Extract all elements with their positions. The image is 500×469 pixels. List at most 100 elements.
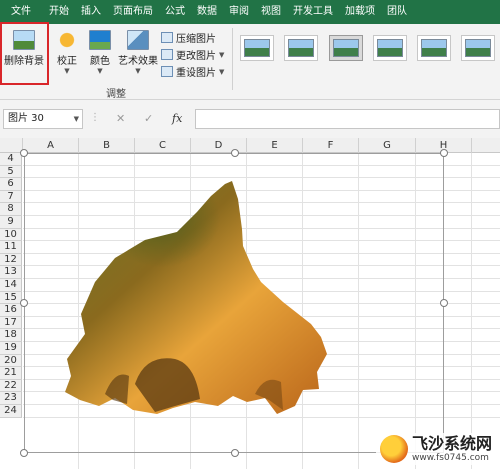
corrections-button[interactable]: 校正 ▼: [56, 30, 78, 75]
row-header[interactable]: 6: [0, 178, 22, 191]
artistic-effects-icon: [127, 30, 149, 50]
column-header[interactable]: A: [23, 138, 79, 153]
row-header[interactable]: 23: [0, 392, 22, 405]
row-header[interactable]: 7: [0, 190, 22, 204]
column-header[interactable]: B: [79, 138, 135, 153]
splitter-dots-icon[interactable]: ⋮: [90, 112, 100, 123]
insert-function-button[interactable]: fx: [172, 109, 182, 129]
tab-addins[interactable]: 加载项: [339, 0, 381, 24]
row-header[interactable]: 21: [0, 367, 22, 380]
resize-handle-top[interactable]: [231, 149, 239, 157]
column-header[interactable]: E: [247, 138, 303, 153]
column-header[interactable]: F: [303, 138, 359, 153]
tab-home[interactable]: 开始: [43, 0, 75, 24]
name-box-value: 图片 30: [8, 113, 44, 124]
formula-input[interactable]: [195, 109, 500, 129]
row-header[interactable]: 4: [0, 153, 22, 166]
watermark-url: www.fs0745.com: [411, 453, 489, 463]
gridline-column: [471, 153, 472, 469]
spreadsheet-grid[interactable]: A B C D E F G H 4 5 6 7 8 9 10 11 12 13 14 15 16 17 18…: [0, 138, 500, 469]
picture-style-thumbnail: [333, 39, 359, 57]
compress-pictures-button[interactable]: 压缩图片: [161, 30, 216, 45]
selected-picture[interactable]: [20, 149, 448, 457]
picture-style-thumbnail: [377, 39, 403, 57]
tab-team[interactable]: 团队: [381, 0, 413, 24]
rock-image: [65, 181, 327, 414]
picture-style-6[interactable]: [461, 35, 495, 61]
artistic-effects-button[interactable]: 艺术效果 ▼: [118, 30, 158, 75]
formula-bar: 图片 30 ▼ ⋮ ✕ ✓ fx: [0, 100, 500, 138]
corrections-label: 校正: [57, 56, 77, 67]
resize-handle-right[interactable]: [440, 299, 448, 307]
resize-handle-bottom[interactable]: [231, 449, 239, 457]
change-picture-label: 更改图片: [176, 51, 216, 62]
resize-handle-left[interactable]: [20, 299, 28, 307]
chevron-down-icon: ▼: [97, 67, 103, 75]
row-header[interactable]: 11: [0, 241, 22, 254]
row-header[interactable]: 24: [0, 405, 22, 418]
ribbon: 删除背景 校正 ▼ 颜色 ▼ 艺术效果 ▼ 压缩图片 更改图片 ▼ 重设图片 ▼…: [0, 22, 500, 100]
sun-icon: [56, 30, 78, 50]
tab-file[interactable]: 文件: [0, 0, 43, 24]
picture-style-thumbnail: [288, 39, 314, 57]
picture-style-4[interactable]: [373, 35, 407, 61]
row-header[interactable]: 9: [0, 216, 22, 229]
row-header[interactable]: 8: [0, 203, 22, 216]
reset-picture-button[interactable]: 重设图片 ▼: [161, 64, 224, 79]
chevron-down-icon[interactable]: ▼: [74, 110, 79, 128]
compress-label: 压缩图片: [176, 34, 216, 45]
name-box[interactable]: 图片 30 ▼: [3, 109, 83, 129]
picture-style-5[interactable]: [417, 35, 451, 61]
color-button[interactable]: 颜色 ▼: [89, 30, 111, 75]
change-picture-button[interactable]: 更改图片 ▼: [161, 47, 224, 62]
row-header[interactable]: 22: [0, 379, 22, 393]
color-label: 颜色: [90, 56, 110, 67]
row-header[interactable]: 18: [0, 329, 22, 342]
watermark: 飞沙系统网 www.fs0745.com: [375, 433, 496, 465]
color-icon: [89, 30, 111, 50]
column-header[interactable]: G: [359, 138, 416, 153]
enter-button[interactable]: ✓: [144, 109, 153, 129]
compress-icon: [161, 32, 173, 43]
tab-data[interactable]: 数据: [191, 0, 223, 24]
menu-bar: 文件 开始 插入 页面布局 公式 数据 审阅 视图 开发工具 加载项 团队: [0, 0, 500, 24]
picture-style-1[interactable]: [240, 35, 274, 61]
chevron-down-icon: ▼: [64, 67, 70, 75]
row-header[interactable]: 17: [0, 316, 22, 330]
picture-style-2[interactable]: [284, 35, 318, 61]
chevron-down-icon: ▼: [219, 67, 225, 76]
column-header[interactable]: C: [135, 138, 191, 153]
row-header[interactable]: 15: [0, 291, 22, 305]
resize-handle-top-left[interactable]: [20, 149, 28, 157]
row-header[interactable]: 20: [0, 354, 22, 368]
tab-insert[interactable]: 插入: [75, 0, 107, 24]
picture-style-3[interactable]: [329, 35, 363, 61]
resize-handle-top-right[interactable]: [440, 149, 448, 157]
reset-picture-icon: [161, 66, 173, 77]
cancel-button[interactable]: ✕: [116, 109, 125, 129]
tab-developer[interactable]: 开发工具: [287, 0, 339, 24]
row-header[interactable]: 19: [0, 342, 22, 355]
tab-review[interactable]: 审阅: [223, 0, 255, 24]
row-header[interactable]: 12: [0, 253, 22, 267]
adjust-group-label: 调整: [106, 89, 126, 100]
group-separator: [232, 28, 233, 90]
row-header[interactable]: 13: [0, 266, 22, 279]
highlight-box: [0, 22, 49, 85]
picture-style-thumbnail: [465, 39, 491, 57]
site-logo-icon: [379, 435, 408, 463]
picture-style-thumbnail: [421, 39, 447, 57]
resize-handle-bottom-left[interactable]: [20, 449, 28, 457]
picture-style-thumbnail: [244, 39, 270, 57]
row-header[interactable]: 16: [0, 304, 22, 317]
column-headers: A B C D E F G H: [0, 138, 500, 153]
chevron-down-icon: ▼: [135, 67, 141, 75]
change-picture-icon: [161, 49, 173, 60]
row-header[interactable]: 5: [0, 165, 22, 179]
tab-page-layout[interactable]: 页面布局: [107, 0, 159, 24]
reset-picture-label: 重设图片: [176, 68, 216, 79]
tab-formulas[interactable]: 公式: [159, 0, 191, 24]
tab-view[interactable]: 视图: [255, 0, 287, 24]
row-header[interactable]: 14: [0, 279, 22, 292]
row-header[interactable]: 10: [0, 228, 22, 242]
